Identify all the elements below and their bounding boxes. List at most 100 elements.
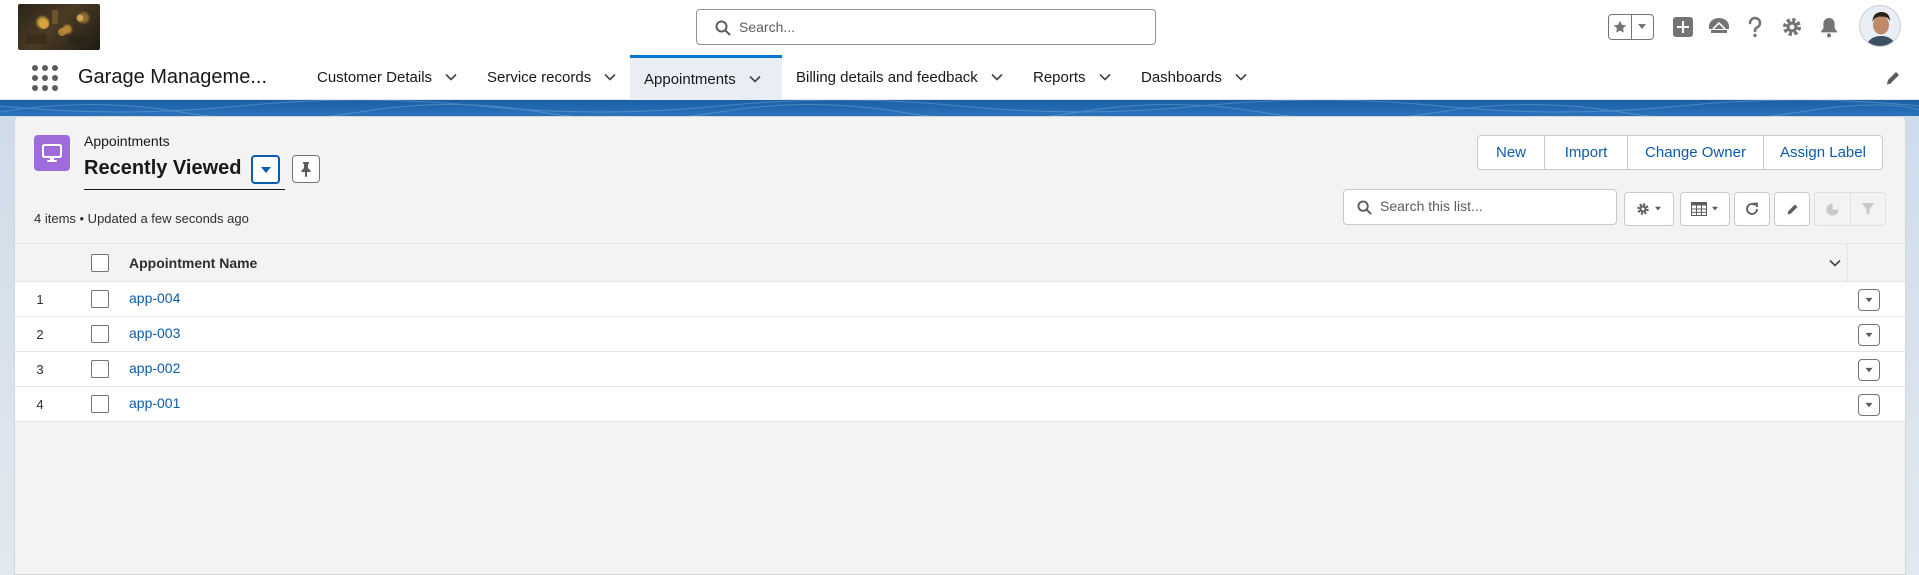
notifications-bell-icon	[1821, 18, 1837, 38]
user-avatar[interactable]	[1859, 5, 1901, 47]
search-icon	[715, 20, 731, 36]
chevron-down-icon[interactable]	[1234, 70, 1248, 84]
tab-service-records[interactable]: Service records	[487, 55, 617, 99]
favorites-button[interactable]	[1609, 15, 1631, 39]
chart-filter-group	[1814, 192, 1886, 226]
title-underline	[84, 189, 285, 190]
tab-label: Reports	[1033, 68, 1086, 86]
app-launcher-icon[interactable]	[31, 64, 59, 92]
favorites-star-icon	[1613, 20, 1627, 33]
filter-icon	[1861, 203, 1875, 215]
pin-icon	[301, 162, 311, 177]
assign-label-button[interactable]: Assign Label	[1763, 135, 1883, 170]
change-owner-button[interactable]: Change Owner	[1627, 135, 1764, 170]
chevron-down-icon[interactable]	[748, 72, 762, 86]
edit-pencil-icon[interactable]	[1884, 69, 1902, 87]
help-icon	[1748, 16, 1762, 38]
chevron-down-icon[interactable]	[444, 70, 458, 84]
setup-gear-icon	[1637, 203, 1649, 215]
search-icon	[1357, 200, 1372, 215]
app-name: Garage Manageme...	[78, 66, 267, 88]
chevron-down-icon[interactable]	[603, 70, 617, 84]
garage-photo-logo	[26, 10, 92, 45]
table-header-row: Appointment Name	[15, 244, 1905, 282]
global-search-input[interactable]	[739, 19, 1155, 35]
org-logo[interactable]	[18, 4, 100, 50]
table-row: 2 app-003	[15, 317, 1905, 352]
list-search-input[interactable]	[1380, 198, 1600, 214]
edit-pencil-icon	[1787, 204, 1797, 214]
row-actions-button[interactable]	[1858, 289, 1880, 311]
chevron-down-icon[interactable]	[1098, 70, 1112, 84]
list-view-controls-button[interactable]	[1624, 192, 1674, 226]
user-profile-icon	[1860, 6, 1900, 46]
list-actions: New Import Change Owner Assign Label	[1477, 135, 1883, 170]
caret-down-icon	[1865, 402, 1873, 407]
favorites-group	[1608, 14, 1654, 40]
column-divider	[1847, 244, 1848, 282]
row-number: 3	[36, 362, 44, 377]
tab-billing-details-and-feedback[interactable]: Billing details and feedback	[796, 55, 1004, 99]
tab-customer-details[interactable]: Customer Details	[317, 55, 458, 99]
show-charts-button[interactable]	[1815, 202, 1850, 217]
notifications-button[interactable]	[1816, 14, 1842, 40]
row-number: 2	[36, 327, 44, 342]
global-actions-button[interactable]	[1670, 14, 1696, 40]
setup-button[interactable]	[1779, 14, 1805, 40]
row-checkbox[interactable]	[91, 290, 109, 308]
caret-down-icon	[1712, 206, 1718, 211]
caret-down-icon	[1865, 332, 1873, 337]
caret-down-icon	[1655, 206, 1661, 211]
caret-down-icon	[260, 166, 271, 173]
filters-button[interactable]	[1849, 193, 1885, 225]
list-search[interactable]	[1343, 189, 1617, 225]
appointments-object-icon	[34, 135, 70, 171]
tab-label: Service records	[487, 68, 592, 86]
tab-reports[interactable]: Reports	[1033, 55, 1112, 99]
row-number: 1	[36, 292, 44, 307]
column-header-appointment-name[interactable]: Appointment Name	[129, 255, 257, 271]
list-view-title[interactable]: Recently Viewed	[84, 157, 241, 180]
import-button[interactable]: Import	[1544, 135, 1628, 170]
display-as-button[interactable]	[1680, 192, 1730, 226]
row-actions-button[interactable]	[1858, 324, 1880, 346]
list-view-switcher-button[interactable]	[251, 155, 280, 184]
caret-down-icon	[1638, 24, 1647, 29]
monitor-icon	[42, 144, 62, 162]
pin-list-view-button[interactable]	[292, 155, 320, 183]
global-search[interactable]	[696, 9, 1156, 45]
list-view-table: Appointment Name 1 app-004 2 app-003 3 a…	[15, 243, 1905, 422]
inline-edit-button[interactable]	[1774, 192, 1810, 226]
row-checkbox[interactable]	[91, 325, 109, 343]
row-actions-button[interactable]	[1858, 394, 1880, 416]
tab-appointments[interactable]: Appointments	[630, 55, 782, 100]
caret-down-icon	[1865, 367, 1873, 372]
tab-label: Billing details and feedback	[796, 68, 978, 86]
row-checkbox[interactable]	[91, 395, 109, 413]
new-button[interactable]: New	[1477, 135, 1545, 170]
select-all-checkbox[interactable]	[91, 254, 109, 272]
tab-label: Dashboards	[1141, 68, 1222, 86]
record-link[interactable]: app-001	[129, 395, 180, 411]
tab-label: Customer Details	[317, 68, 433, 86]
table-row: 3 app-002	[15, 352, 1905, 387]
trailhead-button[interactable]	[1706, 14, 1732, 40]
favorites-menu-button[interactable]	[1630, 15, 1653, 39]
help-button[interactable]	[1742, 14, 1768, 40]
record-link[interactable]: app-003	[129, 325, 180, 341]
row-number: 4	[36, 397, 44, 412]
list-view-card: Appointments Recently Viewed 4 items • U…	[14, 116, 1906, 575]
record-link[interactable]: app-004	[129, 290, 180, 306]
tab-dashboards[interactable]: Dashboards	[1141, 55, 1248, 99]
caret-down-icon	[1865, 297, 1873, 302]
refresh-button[interactable]	[1734, 192, 1770, 226]
chart-icon	[1826, 202, 1839, 216]
record-link[interactable]: app-002	[129, 360, 180, 376]
trailhead-icon	[1709, 18, 1729, 33]
chevron-down-icon[interactable]	[990, 70, 1004, 84]
chevron-down-icon[interactable]	[1828, 256, 1842, 270]
row-actions-button[interactable]	[1858, 359, 1880, 381]
table-row: 1 app-004	[15, 282, 1905, 317]
row-checkbox[interactable]	[91, 360, 109, 378]
table-row: 4 app-001	[15, 387, 1905, 422]
